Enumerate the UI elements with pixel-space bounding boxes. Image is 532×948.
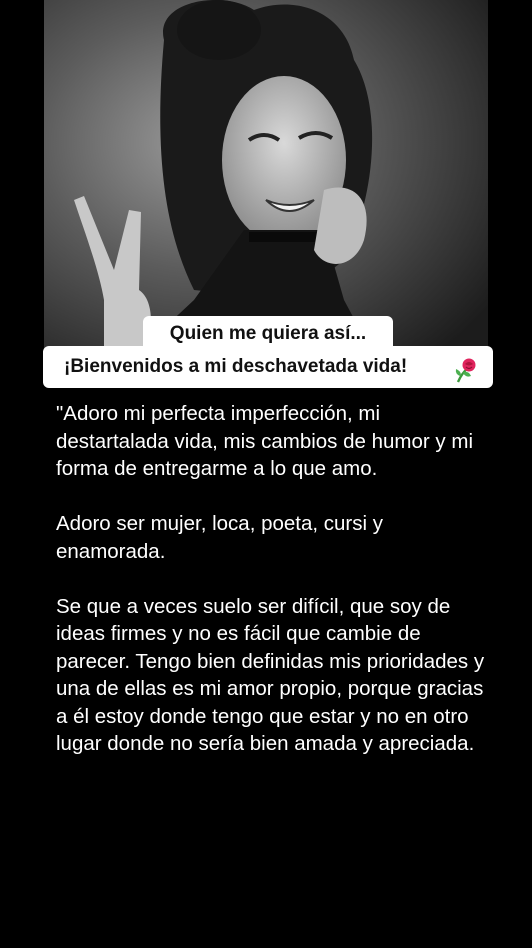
post-paragraph: Se que a veces suelo ser difícil, que so… xyxy=(56,594,485,756)
post-paragraph: "Adoro mi perfecta imperfección, mi dest… xyxy=(56,402,474,480)
woman-photo-illustration xyxy=(44,0,488,356)
post-body: "Adoro mi perfecta imperfección, mi dest… xyxy=(56,400,486,785)
caption-line-2: ¡Bienvenidos a mi deschavetada vida! xyxy=(43,346,493,388)
rose-icon xyxy=(455,358,476,383)
post-paragraph: Adoro ser mujer, loca, poeta, cursi y en… xyxy=(56,512,384,563)
post-photo[interactable] xyxy=(44,0,488,356)
